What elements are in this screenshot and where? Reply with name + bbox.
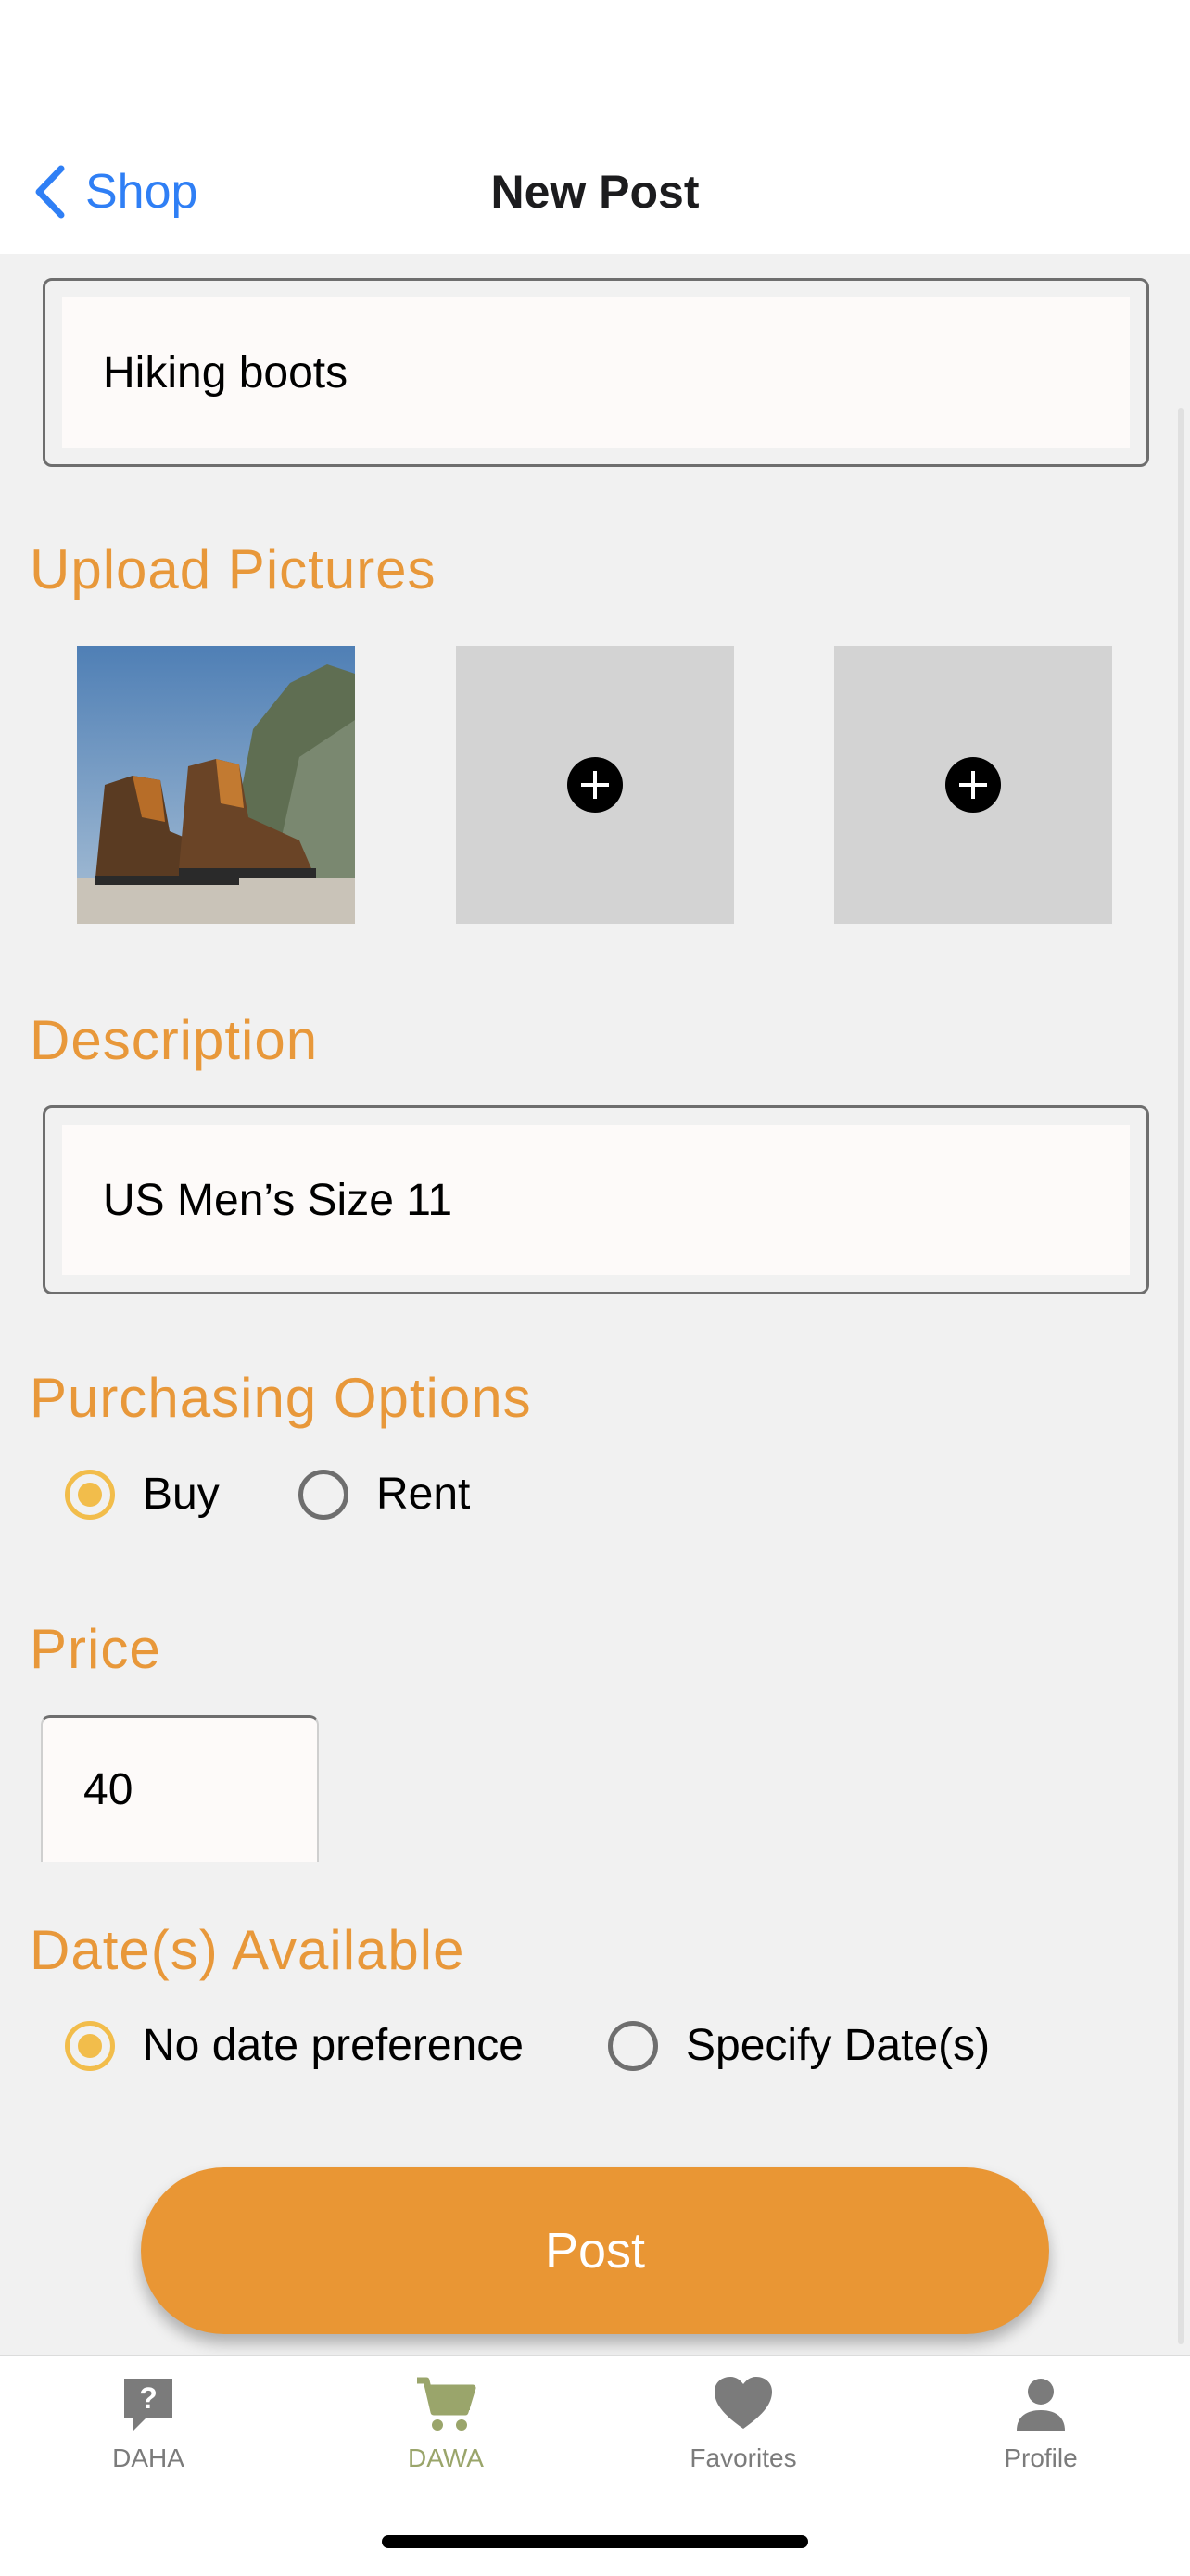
boots-photo xyxy=(77,646,355,924)
navigation-bar: Shop New Post xyxy=(0,0,1190,254)
upload-pictures-heading: Upload Pictures xyxy=(30,538,437,600)
title-input[interactable]: Hiking boots xyxy=(62,297,1130,448)
post-button[interactable]: Post xyxy=(141,2167,1049,2334)
person-icon xyxy=(1017,2379,1065,2431)
dates-available-heading: Date(s) Available xyxy=(30,1919,465,1981)
scrollbar[interactable] xyxy=(1178,408,1184,2344)
radio-no-date-preference[interactable]: No date preference xyxy=(65,2020,524,2071)
radio-unselected-icon xyxy=(298,1469,348,1520)
heart-icon xyxy=(715,2377,772,2429)
description-field[interactable]: US Men’s Size 11 xyxy=(43,1105,1149,1294)
description-heading: Description xyxy=(30,1009,319,1071)
purchasing-options-heading: Purchasing Options xyxy=(30,1367,532,1429)
add-photo-slot[interactable] xyxy=(834,646,1112,924)
tab-label: Favorites xyxy=(690,2443,797,2472)
radio-label: No date preference xyxy=(143,2021,524,2070)
svg-text:?: ? xyxy=(139,2381,158,2415)
radio-label: Specify Date(s) xyxy=(686,2021,991,2070)
tab-label: Profile xyxy=(1004,2443,1078,2472)
tab-label: DAHA xyxy=(112,2443,184,2472)
description-input[interactable]: US Men’s Size 11 xyxy=(62,1125,1130,1275)
radio-selected-icon xyxy=(65,2020,115,2071)
radio-unselected-icon xyxy=(608,2020,658,2071)
add-icon xyxy=(567,757,623,813)
add-icon xyxy=(945,757,1001,813)
title-field[interactable]: Hiking boots xyxy=(43,278,1149,467)
home-indicator xyxy=(382,2535,808,2548)
cart-icon xyxy=(417,2377,476,2431)
price-heading: Price xyxy=(30,1618,161,1680)
radio-rent[interactable]: Rent xyxy=(298,1469,470,1520)
radio-buy[interactable]: Buy xyxy=(65,1469,220,1520)
question-bubble-icon: ? xyxy=(124,2379,172,2431)
tab-profile[interactable]: Profile xyxy=(939,2375,1143,2473)
radio-label: Buy xyxy=(143,1470,220,1519)
uploaded-photo-hiking-boots[interactable] xyxy=(77,646,355,924)
tab-dawa[interactable]: DAWA xyxy=(344,2375,548,2473)
radio-label: Rent xyxy=(376,1470,471,1519)
tab-favorites[interactable]: Favorites xyxy=(641,2375,845,2473)
tab-label: DAWA xyxy=(408,2443,484,2472)
price-input[interactable]: 40 xyxy=(41,1715,319,1862)
add-photo-slot[interactable] xyxy=(456,646,734,924)
radio-specify-dates[interactable]: Specify Date(s) xyxy=(608,2020,990,2071)
tab-daha[interactable]: ? DAHA xyxy=(46,2375,250,2473)
radio-selected-icon xyxy=(65,1469,115,1520)
page-title: New Post xyxy=(490,166,700,218)
